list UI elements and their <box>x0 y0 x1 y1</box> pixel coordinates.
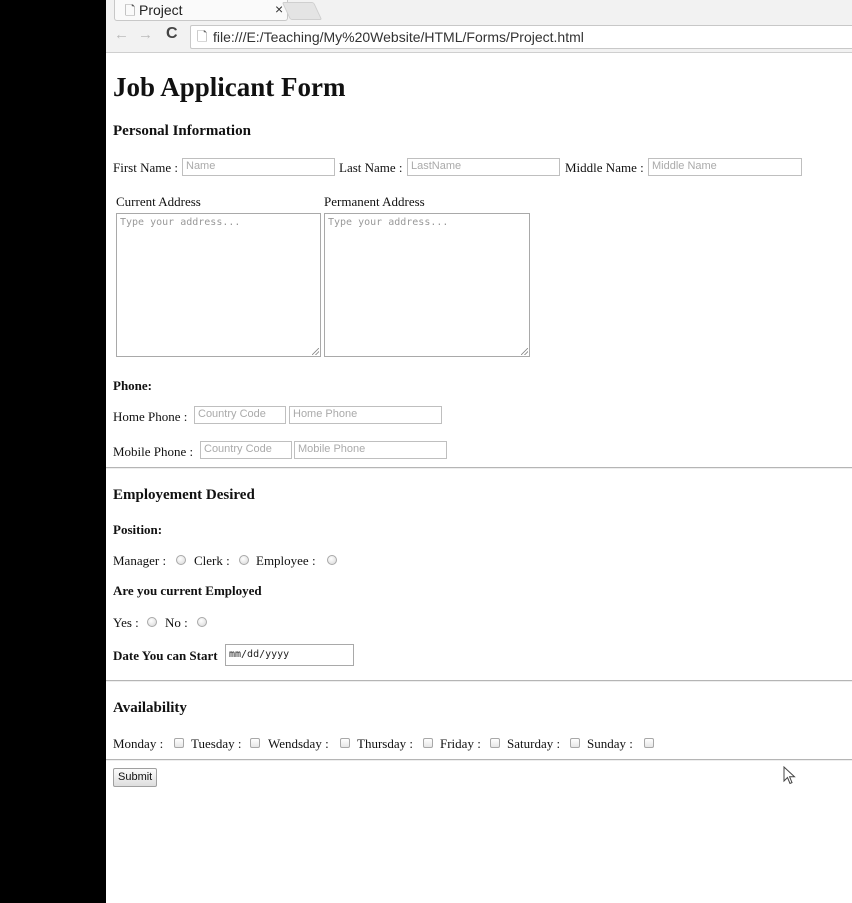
last-name-input[interactable]: LastName <box>407 158 560 176</box>
saturday-label: Saturday : <box>507 736 561 751</box>
browser-tab[interactable]: 🗋 Project × <box>114 0 288 21</box>
clerk-label: Clerk : <box>194 553 230 568</box>
manager-label: Manager : <box>113 553 167 568</box>
current-address-placeholder: Type your address... <box>120 217 241 228</box>
monday-label: Monday : <box>113 736 164 751</box>
employee-label: Employee : <box>256 553 316 568</box>
last-name-label: Last Name : <box>339 160 403 175</box>
mobile-phone-label: Mobile Phone : <box>113 444 194 459</box>
permanent-address-placeholder: Type your address... <box>328 217 449 228</box>
start-date-label: Date You can Start <box>113 648 218 663</box>
employment-heading: Employement Desired <box>113 487 255 503</box>
page-title: Job Applicant Form <box>113 72 346 102</box>
position-heading: Position: <box>113 522 163 537</box>
first-name-label: First Name : <box>113 160 178 175</box>
thursday-label: Thursday : <box>357 736 413 751</box>
home-phone-input[interactable]: Home Phone <box>289 406 442 424</box>
employed-heading: Are you current Employed <box>113 583 262 598</box>
employee-radio[interactable] <box>327 555 337 565</box>
yes-radio[interactable] <box>147 617 157 627</box>
middle-name-label: Middle Name : <box>565 160 644 175</box>
current-address-label: Current Address <box>116 194 201 209</box>
address-bar[interactable]: 🗋 file:///E:/Teaching/My%20Website/HTML/… <box>190 25 852 49</box>
forward-arrow-icon[interactable]: → <box>138 26 153 43</box>
tab-title: Project <box>139 2 183 18</box>
permanent-address-label: Permanent Address <box>324 194 425 209</box>
wednesday-checkbox[interactable] <box>340 738 350 748</box>
section-divider <box>106 680 852 682</box>
friday-checkbox[interactable] <box>490 738 500 748</box>
resize-handle-icon[interactable] <box>521 348 528 355</box>
left-black-border <box>0 0 106 903</box>
clerk-radio[interactable] <box>239 555 249 565</box>
reload-icon[interactable]: C <box>166 25 178 43</box>
mouse-cursor-icon <box>783 766 796 785</box>
back-arrow-icon[interactable]: ← <box>114 26 129 43</box>
section-divider <box>106 759 852 761</box>
mobile-country-code-input[interactable]: Country Code <box>200 441 292 459</box>
browser-chrome: 🗋 Project × ← → C 🗋 file:///E:/Teaching/… <box>106 0 852 53</box>
section-divider <box>106 467 852 469</box>
home-phone-label: Home Phone : <box>113 409 188 424</box>
start-date-input[interactable]: mm/dd/yyyy <box>225 644 354 666</box>
yes-label: Yes : <box>113 615 139 630</box>
address-url: file:///E:/Teaching/My%20Website/HTML/Fo… <box>213 29 584 45</box>
personal-info-heading: Personal Information <box>113 123 251 139</box>
phone-heading: Phone: <box>113 378 152 393</box>
permanent-address-textarea[interactable]: Type your address... <box>324 213 530 357</box>
page-icon: 🗋 <box>125 3 136 18</box>
submit-button[interactable]: Submit <box>113 768 158 787</box>
mobile-phone-input[interactable]: Mobile Phone <box>294 441 447 459</box>
manager-radio[interactable] <box>176 555 186 565</box>
availability-heading: Availability <box>113 700 187 716</box>
monday-checkbox[interactable] <box>174 738 184 748</box>
sunday-checkbox[interactable] <box>644 738 654 748</box>
page-content: Job Applicant Form Personal Information … <box>106 52 852 903</box>
no-label: No : <box>165 615 188 630</box>
sunday-label: Sunday : <box>587 736 633 751</box>
current-address-textarea[interactable]: Type your address... <box>116 213 321 357</box>
first-name-input[interactable]: Name <box>182 158 335 176</box>
thursday-checkbox[interactable] <box>423 738 433 748</box>
friday-label: Friday : <box>440 736 481 751</box>
tuesday-label: Tuesday : <box>191 736 242 751</box>
saturday-checkbox[interactable] <box>570 738 580 748</box>
browser-toolbar: ← → C 🗋 file:///E:/Teaching/My%20Website… <box>106 22 852 52</box>
wednesday-label: Wendsday : <box>268 736 329 751</box>
no-radio[interactable] <box>197 617 207 627</box>
middle-name-input[interactable]: Middle Name <box>648 158 802 176</box>
page-icon: 🗋 <box>197 29 208 44</box>
home-country-code-input[interactable]: Country Code <box>194 406 286 424</box>
resize-handle-icon[interactable] <box>312 348 319 355</box>
tuesday-checkbox[interactable] <box>250 738 260 748</box>
